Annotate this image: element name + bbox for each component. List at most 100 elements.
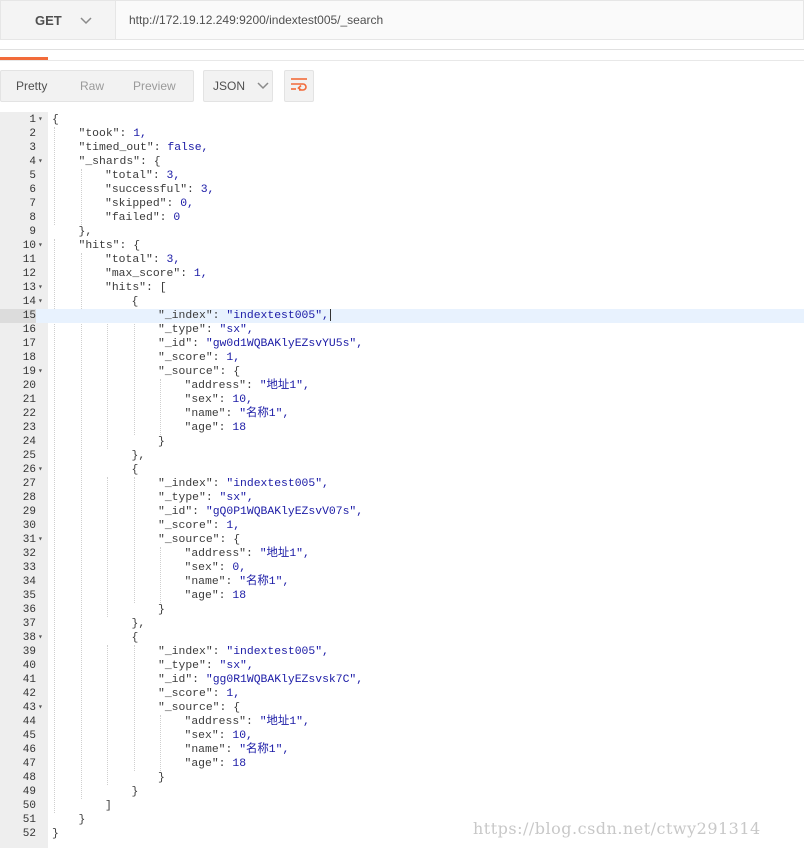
- json-key: "max_score":: [105, 268, 194, 280]
- response-body-editor[interactable]: 1 ▾{2 "took": 1, 3 "timed_out": false, 4 ▾ "_sh…: [0, 112, 804, 848]
- code-line[interactable]: 48}: [0, 771, 804, 785]
- json-value: }: [131, 786, 139, 798]
- code-line[interactable]: 20 "address": "地址1",: [0, 379, 804, 393]
- code-text: "total": 3,: [105, 253, 180, 267]
- code-line[interactable]: 46 "name": "名称1",: [0, 743, 804, 757]
- code-line[interactable]: 47 "age": 18: [0, 757, 804, 771]
- json-value: }: [158, 772, 165, 784]
- code-line[interactable]: 14 ▾ {: [0, 295, 804, 309]
- code-line[interactable]: 30 "_score": 1,: [0, 519, 804, 533]
- code-line[interactable]: 19 ▾ "_source": {: [0, 365, 804, 379]
- code-line[interactable]: 12 "max_score": 1,: [0, 267, 804, 281]
- fold-triangle-icon[interactable]: ▾: [38, 155, 43, 169]
- code-line[interactable]: 17 "_id": "gw0d1WQBAKlyEZsvYU5s",: [0, 337, 804, 351]
- code-text: {: [132, 631, 139, 645]
- fold-triangle-icon[interactable]: ▾: [38, 631, 43, 645]
- code-line[interactable]: 7 "skipped": 0,: [0, 197, 804, 211]
- code-text: "total": 3,: [105, 169, 180, 183]
- code-line[interactable]: 34 "name": "名称1",: [0, 575, 804, 589]
- line-number: 52: [22, 828, 36, 840]
- line-number: 7: [29, 198, 36, 210]
- code-text: "age": 18: [185, 589, 247, 603]
- code-line[interactable]: 31 ▾ "_source": {: [0, 533, 804, 547]
- line-number: 6: [29, 184, 36, 196]
- code-text: "name": "名称1",: [185, 407, 290, 421]
- method-select[interactable]: GET: [0, 0, 116, 40]
- json-value: 1,: [226, 352, 241, 364]
- code-line[interactable]: 4 ▾ "_shards": {: [0, 155, 804, 169]
- code-line[interactable]: 44 "address": "地址1",: [0, 715, 804, 729]
- url-input[interactable]: http://172.19.12.249:9200/indextest005/_…: [116, 0, 804, 40]
- code-line[interactable]: 16 "_type": "sx",: [0, 323, 804, 337]
- format-select[interactable]: JSON: [203, 70, 273, 102]
- code-line[interactable]: 23 "age": 18: [0, 421, 804, 435]
- code-line[interactable]: 36}: [0, 603, 804, 617]
- code-line[interactable]: 29 "_id": "gQ0P1WQBAKlyEZsvV07s",: [0, 505, 804, 519]
- code-line[interactable]: 32 "address": "地址1",: [0, 547, 804, 561]
- line-number: 12: [22, 268, 36, 280]
- code-line[interactable]: 8 "failed": 0: [0, 211, 804, 225]
- code-line[interactable]: 5 "total": 3,: [0, 169, 804, 183]
- fold-triangle-icon[interactable]: ▾: [38, 463, 43, 477]
- code-line[interactable]: 27 "_index": "indextest005",: [0, 477, 804, 491]
- fold-triangle-icon[interactable]: ▾: [38, 113, 43, 127]
- code-text: "age": 18: [185, 421, 247, 435]
- code-line[interactable]: 33 "sex": 0,: [0, 561, 804, 575]
- code-line[interactable]: 38 ▾ {: [0, 631, 804, 645]
- code-line[interactable]: 45 "sex": 10,: [0, 729, 804, 743]
- code-line[interactable]: 24}: [0, 435, 804, 449]
- url-text: http://172.19.12.249:9200/indextest005/_…: [129, 13, 384, 27]
- code-line[interactable]: 26 ▾ {: [0, 463, 804, 477]
- json-value: }: [158, 604, 165, 616]
- code-line[interactable]: 50]: [0, 799, 804, 813]
- fold-triangle-icon[interactable]: ▾: [38, 281, 43, 295]
- code-line[interactable]: 21 "sex": 10,: [0, 393, 804, 407]
- code-line[interactable]: 9},: [0, 225, 804, 239]
- line-number: 43: [22, 702, 36, 714]
- tab-preview[interactable]: Preview: [133, 79, 176, 93]
- code-line[interactable]: 39 "_index": "indextest005",: [0, 645, 804, 659]
- tab-raw[interactable]: Raw: [80, 79, 104, 93]
- fold-triangle-icon[interactable]: ▾: [38, 533, 43, 547]
- json-value: 3,: [166, 170, 181, 182]
- code-line[interactable]: 43 ▾ "_source": {: [0, 701, 804, 715]
- code-line[interactable]: 28 "_type": "sx",: [0, 491, 804, 505]
- code-line[interactable]: 11 "total": 3,: [0, 253, 804, 267]
- fold-triangle-icon[interactable]: ▾: [38, 701, 43, 715]
- fold-triangle-icon[interactable]: ▾: [38, 365, 43, 379]
- json-key: "_shards":: [78, 156, 154, 168]
- json-value: {: [133, 240, 141, 252]
- code-line[interactable]: 6 "successful": 3,: [0, 183, 804, 197]
- code-text: "_index": "indextest005",: [158, 309, 331, 323]
- code-line[interactable]: 35 "age": 18: [0, 589, 804, 603]
- code-line[interactable]: 3 "timed_out": false,: [0, 141, 804, 155]
- wrap-lines-button[interactable]: [284, 70, 314, 102]
- code-line[interactable]: 42 "_score": 1,: [0, 687, 804, 701]
- code-text: "_type": "sx",: [158, 491, 254, 505]
- fold-triangle-icon[interactable]: ▾: [38, 239, 43, 253]
- code-line[interactable]: 18 "_score": 1,: [0, 351, 804, 365]
- code-line[interactable]: 25},: [0, 449, 804, 463]
- code-line[interactable]: 22 "name": "名称1",: [0, 407, 804, 421]
- tab-pretty[interactable]: Pretty: [16, 79, 47, 93]
- code-line[interactable]: 49}: [0, 785, 804, 799]
- code-line[interactable]: 10 ▾ "hits": {: [0, 239, 804, 253]
- line-number: 1: [29, 114, 36, 126]
- code-text: {: [132, 463, 139, 477]
- code-line[interactable]: 13 ▾ "hits": [: [0, 281, 804, 295]
- json-value: 1,: [193, 268, 208, 280]
- code-line[interactable]: 40 "_type": "sx",: [0, 659, 804, 673]
- fold-triangle-icon[interactable]: ▾: [38, 295, 43, 309]
- json-key: "_score":: [158, 352, 227, 364]
- code-line[interactable]: 1 ▾ {: [0, 113, 804, 127]
- line-number: 37: [22, 618, 36, 630]
- json-key: "hits":: [78, 240, 134, 252]
- json-key: "sex":: [184, 562, 233, 574]
- code-line[interactable]: 2 "took": 1,: [0, 127, 804, 141]
- code-line[interactable]: 37},: [0, 617, 804, 631]
- line-number: 51: [22, 814, 36, 826]
- code-line[interactable]: 15 "_index": "indextest005",: [0, 309, 804, 323]
- code-text: "address": "地址1",: [185, 715, 310, 729]
- code-line[interactable]: 41 "_id": "gg0R1WQBAKlyEZsvsk7C",: [0, 673, 804, 687]
- json-value: "gQ0P1WQBAKlyEZsvV07s",: [205, 506, 364, 518]
